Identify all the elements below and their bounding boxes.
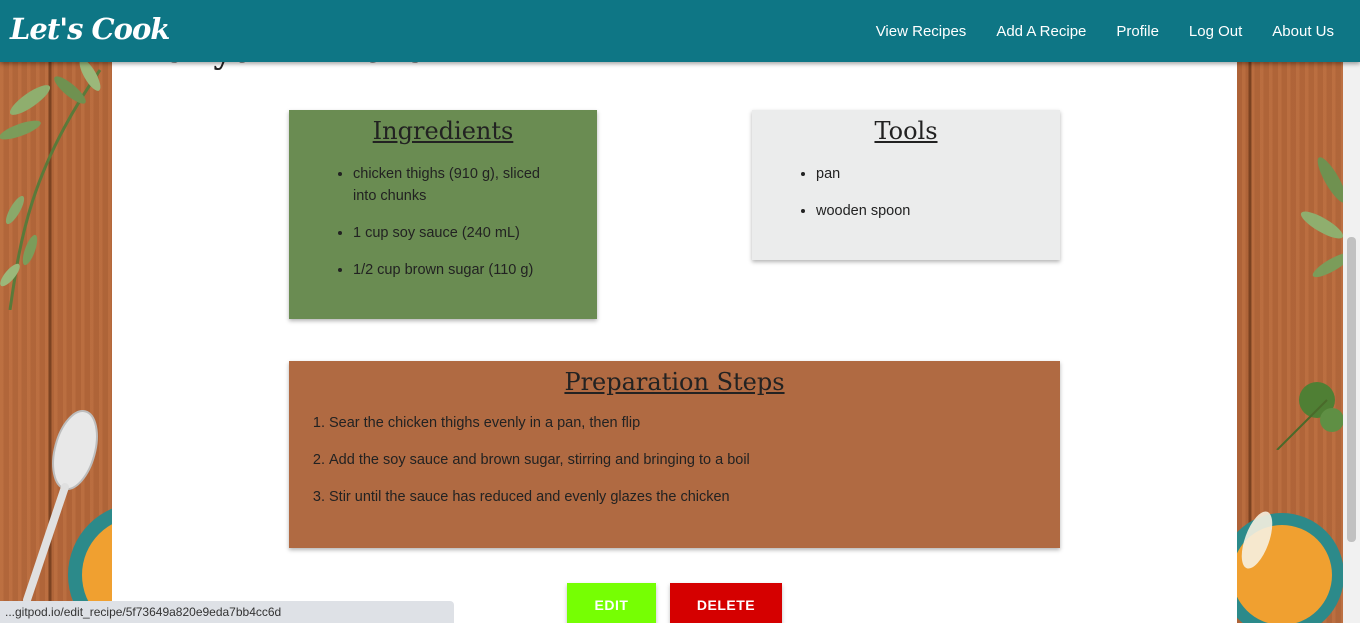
list-item: wooden spoon [816, 200, 1060, 222]
list-item: chicken thighs (910 g), sliced into chun… [353, 163, 563, 207]
nav-links: View Recipes Add A Recipe Profile Log Ou… [861, 0, 1360, 62]
list-item: Stir until the sauce has reduced and eve… [329, 486, 1060, 508]
list-item: Sear the chicken thighs evenly in a pan,… [329, 412, 1060, 434]
status-bar-url: ...gitpod.io/edit_recipe/5f73649a820e9ed… [0, 601, 454, 623]
scrollbar-thumb[interactable] [1347, 237, 1356, 542]
nav-link-add-recipe[interactable]: Add A Recipe [981, 23, 1101, 40]
list-item: Add the soy sauce and brown sugar, stirr… [329, 449, 1060, 471]
nav-link-view-recipes[interactable]: View Recipes [861, 23, 982, 40]
scrollbar[interactable] [1343, 62, 1360, 623]
edit-button[interactable]: EDIT [567, 583, 656, 623]
herb-decoration-left-icon [0, 60, 102, 310]
steps-heading: Preparation Steps [564, 368, 785, 396]
steps-panel: Preparation Steps Sear the chicken thigh… [289, 361, 1060, 548]
list-item: 1 cup soy sauce (240 mL) [353, 222, 563, 244]
ingredients-panel: Ingredients chicken thighs (910 g), slic… [289, 110, 597, 319]
list-item: 1/2 cup brown sugar (110 g) [353, 259, 563, 281]
brand-logo[interactable]: Let's Cook [10, 12, 170, 46]
nav-link-log-out[interactable]: Log Out [1174, 23, 1257, 40]
navbar: Let's Cook View Recipes Add A Recipe Pro… [0, 0, 1360, 62]
delete-button[interactable]: DELETE [670, 583, 782, 623]
ingredients-list: chicken thighs (910 g), sliced into chun… [353, 163, 563, 281]
steps-list: Sear the chicken thighs evenly in a pan,… [329, 412, 1060, 508]
ingredients-heading: Ingredients [372, 117, 514, 145]
tools-list: pan wooden spoon [816, 163, 1060, 222]
list-item: pan [816, 163, 1060, 185]
recipe-card: Teriyaki Chicken Ingredients chicken thi… [112, 0, 1237, 623]
tools-panel: Tools pan wooden spoon [752, 110, 1060, 260]
nav-link-profile[interactable]: Profile [1101, 23, 1174, 40]
tools-heading: Tools [874, 117, 938, 145]
herb-decoration-right-icon [1276, 157, 1343, 450]
nav-link-about-us[interactable]: About Us [1257, 23, 1360, 40]
bowl-decoration-right-icon [1237, 511, 1343, 623]
